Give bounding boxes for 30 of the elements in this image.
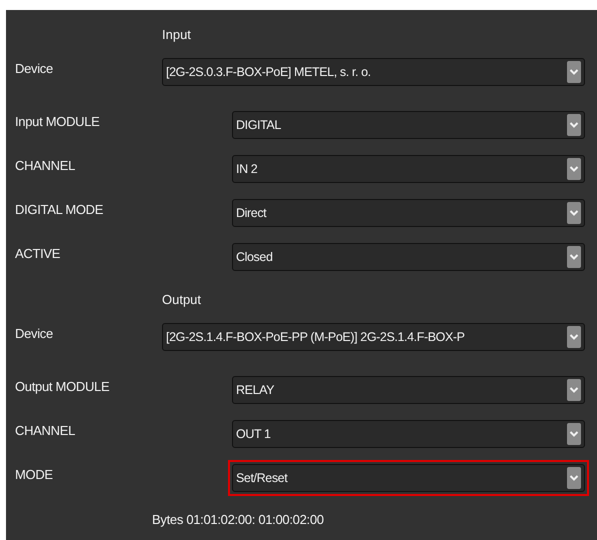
chevron-down-icon bbox=[567, 467, 581, 489]
field-label: CHANNEL bbox=[14, 422, 76, 438]
chevron-down-icon bbox=[567, 379, 581, 401]
dropdown[interactable]: OUT 1 bbox=[232, 420, 585, 448]
field-label: Device bbox=[14, 325, 54, 341]
field-label: ACTIVE bbox=[14, 245, 62, 261]
dropdown[interactable]: IN 2 bbox=[232, 155, 585, 183]
field-label: Device bbox=[14, 60, 54, 76]
field-label: Input MODULE bbox=[14, 113, 101, 129]
chevron-down-icon bbox=[567, 326, 581, 348]
dropdown[interactable]: Direct bbox=[232, 199, 585, 227]
field-label: Output MODULE bbox=[14, 378, 110, 394]
field-label: DIGITAL MODE bbox=[14, 201, 104, 217]
chevron-down-icon bbox=[567, 114, 581, 136]
dropdown[interactable]: DIGITAL bbox=[232, 111, 585, 139]
chevron-down-icon bbox=[567, 61, 581, 83]
chevron-down-icon bbox=[567, 423, 581, 445]
dropdown[interactable]: RELAY bbox=[232, 376, 585, 404]
chevron-down-icon bbox=[567, 202, 581, 224]
section-heading: Output bbox=[162, 291, 202, 309]
bytes-readout: Bytes 01:01:02:00: 01:00:02:00 bbox=[152, 512, 325, 527]
dropdown[interactable]: Set/Reset bbox=[232, 464, 585, 492]
dropdown[interactable]: [2G-2S.1.4.F-BOX-PoE-PP (M-PoE)] 2G-2S.1.4.F-BOX-P bbox=[162, 323, 585, 351]
chevron-down-icon bbox=[567, 158, 581, 180]
field-label: MODE bbox=[14, 466, 54, 482]
chevron-down-icon bbox=[567, 246, 581, 268]
dropdown[interactable]: [2G-2S.0.3.F-BOX-PoE] METEL, s. r. o. bbox=[162, 58, 585, 86]
section-heading: Input bbox=[162, 26, 192, 44]
dropdown[interactable]: Closed bbox=[232, 243, 585, 271]
field-label: CHANNEL bbox=[14, 157, 76, 173]
